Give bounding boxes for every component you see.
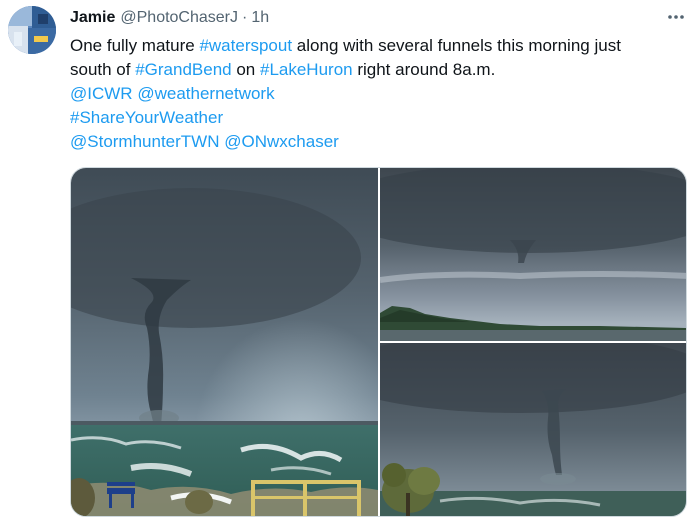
waterspout-tree-photo-image <box>380 343 686 516</box>
tweet-line: One fully mature #waterspout along with … <box>70 34 690 58</box>
user-handle[interactable]: @PhotoChaserJ <box>120 9 238 27</box>
tweet-text-segment: south of <box>70 60 136 79</box>
mention-link[interactable]: @weathernetwork <box>137 84 274 103</box>
tweet-text-segment: One fully mature <box>70 36 200 55</box>
display-name[interactable]: Jamie <box>70 9 115 27</box>
hashtag-link[interactable]: #GrandBend <box>135 60 231 79</box>
mention-link[interactable]: @ICWR <box>70 84 133 103</box>
avatar-image <box>8 6 56 54</box>
hashtag-link[interactable]: #LakeHuron <box>260 60 353 79</box>
media-grid <box>70 167 687 517</box>
tweet-text-segment: along with several funnels this morning … <box>292 36 621 55</box>
photo-waterspout-tree[interactable] <box>380 343 686 516</box>
tweet-text: One fully mature #waterspout along with … <box>70 34 690 154</box>
mention-link[interactable]: @StormhunterTWN <box>70 132 220 151</box>
hashtag-link[interactable]: #waterspout <box>199 36 292 55</box>
tweet-line: @ICWR @weathernetwork <box>70 82 690 106</box>
separator-dot: · <box>242 9 248 26</box>
tweet-header: Jamie @PhotoChaserJ · 1h <box>70 8 269 28</box>
tweet-line: south of #GrandBend on #LakeHuron right … <box>70 58 690 82</box>
timestamp[interactable]: 1h <box>251 9 269 27</box>
mention-link[interactable]: @ONwxchaser <box>224 132 339 151</box>
avatar[interactable] <box>8 6 56 54</box>
photo-funnel-shoreline[interactable] <box>380 168 686 341</box>
waterspout-photo-image <box>71 168 378 516</box>
tweet-text-segment: on <box>231 60 260 79</box>
tweet-text-segment: right around 8a.m. <box>352 60 496 79</box>
more-options-button[interactable] <box>665 6 687 28</box>
more-horizontal-icon <box>668 15 684 19</box>
funnel-photo-image <box>380 168 686 341</box>
tweet-line: #ShareYourWeather <box>70 106 690 130</box>
tweet-line: @StormhunterTWN @ONwxchaser <box>70 130 690 154</box>
hashtag-link[interactable]: #ShareYourWeather <box>70 108 223 127</box>
photo-waterspout-beach[interactable] <box>71 168 378 516</box>
